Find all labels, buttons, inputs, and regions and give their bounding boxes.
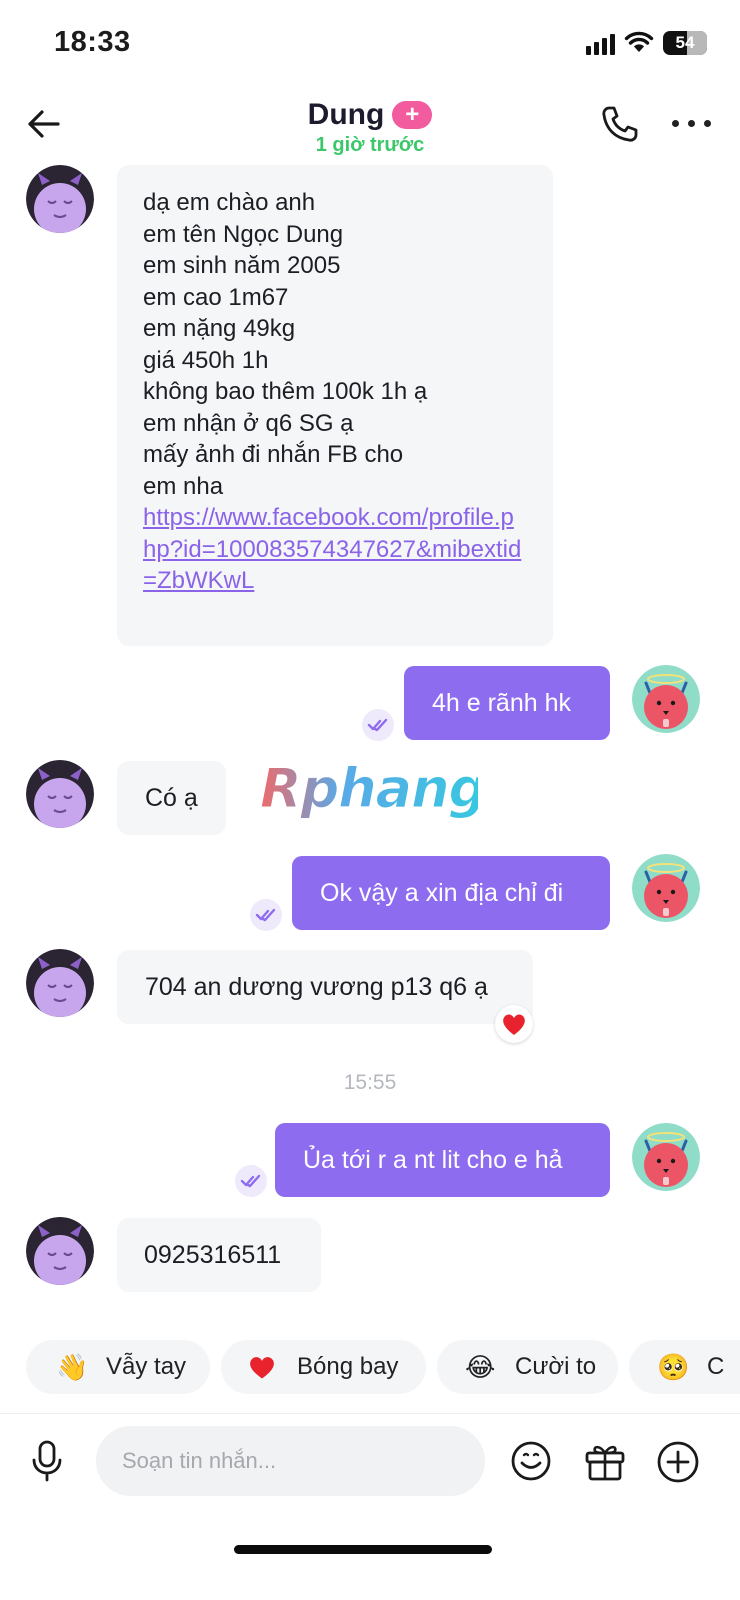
- purple-devil-avatar-icon: [26, 165, 94, 233]
- battery-percent: 54: [675, 33, 695, 52]
- message-line: em tên Ngọc Dung: [143, 220, 344, 248]
- plus-badge[interactable]: +: [392, 101, 433, 129]
- outgoing-message-bubble[interactable]: Ủa tới r a nt lit cho e hả: [275, 1123, 610, 1197]
- watermark-logo: Rphang: [258, 757, 488, 834]
- incoming-message-bubble[interactable]: Có ạ: [117, 761, 226, 835]
- composer-divider: [0, 1413, 740, 1414]
- microphone-icon[interactable]: [30, 1440, 64, 1482]
- user-avatar[interactable]: [632, 665, 700, 733]
- more-options-icon[interactable]: [672, 120, 712, 130]
- status-bar: 18:33 54: [0, 0, 740, 90]
- read-receipt-icon: [250, 899, 282, 931]
- home-indicator[interactable]: [234, 1545, 492, 1554]
- waving-hand-icon: 👋: [56, 1352, 89, 1382]
- time-separator: 15:55: [343, 1071, 397, 1094]
- gift-icon[interactable]: [584, 1440, 626, 1482]
- chip-label: Cười to: [515, 1353, 597, 1380]
- status-time: 18:33: [54, 26, 131, 58]
- incoming-message-bubble[interactable]: 704 an dương vương p13 q6 ạ: [117, 950, 533, 1024]
- outgoing-message-bubble[interactable]: Ok vậy a xin địa chỉ đi: [292, 856, 610, 930]
- purple-devil-avatar-icon: [26, 949, 94, 1017]
- user-avatar[interactable]: [632, 1123, 700, 1191]
- red-monster-avatar-icon: [632, 854, 700, 922]
- battery-icon: 54: [663, 31, 707, 55]
- contact-avatar[interactable]: [26, 949, 94, 1017]
- quick-reaction-wave[interactable]: 👋 Vẫy tay: [26, 1340, 210, 1394]
- purple-devil-avatar-icon: [26, 1217, 94, 1285]
- wifi-icon: [624, 31, 654, 52]
- pleading-face-icon: 🥺: [657, 1352, 690, 1382]
- purple-devil-avatar-icon: [26, 760, 94, 828]
- quick-reaction-row[interactable]: 👋 Vẫy tay Bóng bay 😂 Cười to 🥺 C: [26, 1340, 740, 1394]
- cellular-signal-icon: [586, 34, 615, 55]
- red-heart-icon: [250, 1357, 274, 1379]
- read-receipt-icon: [235, 1165, 267, 1197]
- message-line: em nặng 49kg: [143, 315, 296, 342]
- message-line: em nha: [143, 472, 224, 500]
- user-avatar[interactable]: [632, 854, 700, 922]
- chip-label: C: [707, 1353, 725, 1380]
- quick-reaction-laugh[interactable]: 😂 Cười to: [437, 1340, 618, 1394]
- chat-header: Dung + 1 giờ trước: [0, 90, 740, 170]
- outgoing-message-bubble[interactable]: 4h e rãnh hk: [404, 666, 610, 740]
- message-line: không bao thêm 100k 1h ạ: [143, 378, 428, 405]
- red-monster-avatar-icon: [632, 1123, 700, 1191]
- phone-call-icon[interactable]: [598, 104, 640, 146]
- heart-reaction-icon[interactable]: [495, 1005, 533, 1043]
- message-line: dạ em chào anh: [143, 189, 316, 216]
- contact-name[interactable]: Dung: [308, 98, 385, 132]
- message-line: em nhận ở q6 SG ạ: [143, 409, 354, 437]
- message-input[interactable]: [96, 1426, 485, 1496]
- add-circle-icon[interactable]: [656, 1440, 700, 1484]
- chip-label: Bóng bay: [297, 1353, 399, 1380]
- quick-reaction-balloon[interactable]: Bóng bay: [221, 1340, 426, 1394]
- message-line: em sinh năm 2005: [143, 252, 341, 279]
- contact-avatar[interactable]: [26, 760, 94, 828]
- red-monster-avatar-icon: [632, 665, 700, 733]
- facebook-profile-link[interactable]: https://www.facebook.com/profile.php?id=…: [143, 502, 527, 597]
- message-line: em cao 1m67: [143, 283, 289, 311]
- read-receipt-icon: [362, 709, 394, 741]
- contact-avatar[interactable]: [26, 1217, 94, 1285]
- incoming-message-bubble[interactable]: 0925316511: [117, 1218, 321, 1292]
- message-line: giá 450h 1h: [143, 346, 269, 374]
- incoming-message-bubble[interactable]: dạ em chào anh em tên Ngọc Dung em sinh …: [117, 165, 553, 646]
- emoji-picker-icon[interactable]: [510, 1440, 552, 1482]
- svg-text:Rphang: Rphang: [260, 757, 478, 820]
- message-list[interactable]: dạ em chào anh em tên Ngọc Dung em sinh …: [0, 165, 740, 1325]
- contact-avatar[interactable]: [26, 165, 94, 233]
- quick-reaction-pleading[interactable]: 🥺 C: [629, 1340, 740, 1394]
- message-line: mấy ảnh đi nhắn FB cho: [143, 441, 404, 468]
- chip-label: Vẫy tay: [106, 1353, 187, 1380]
- laughing-face-icon: 😂: [465, 1352, 496, 1382]
